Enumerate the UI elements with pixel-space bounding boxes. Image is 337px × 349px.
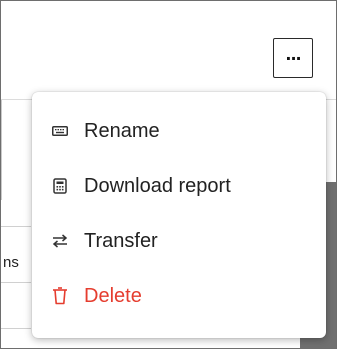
transfer-arrows-icon bbox=[52, 233, 68, 249]
more-options-button[interactable]: ... bbox=[273, 38, 313, 78]
more-dots-icon: ... bbox=[285, 45, 301, 64]
menu-item-delete[interactable]: Delete bbox=[32, 276, 326, 316]
menu-item-label: Rename bbox=[84, 119, 160, 142]
menu-item-transfer[interactable]: Transfer bbox=[32, 221, 326, 261]
menu-item-rename[interactable]: Rename bbox=[32, 111, 326, 151]
menu-item-label: Transfer bbox=[84, 229, 158, 252]
table-cell-partial: ns bbox=[3, 254, 19, 271]
keyboard-icon bbox=[52, 123, 68, 139]
menu-item-label: Download report bbox=[84, 174, 231, 197]
trash-icon bbox=[52, 287, 68, 305]
table-row-divider bbox=[1, 328, 31, 329]
table-row-divider bbox=[1, 282, 31, 283]
menu-item-label: Delete bbox=[84, 284, 142, 307]
calculator-icon bbox=[52, 178, 68, 194]
table-area bbox=[1, 200, 31, 348]
menu-item-download-report[interactable]: Download report bbox=[32, 166, 326, 206]
table-row-divider bbox=[1, 226, 31, 227]
context-menu: Rename Download report Transfer Delete bbox=[32, 92, 326, 338]
